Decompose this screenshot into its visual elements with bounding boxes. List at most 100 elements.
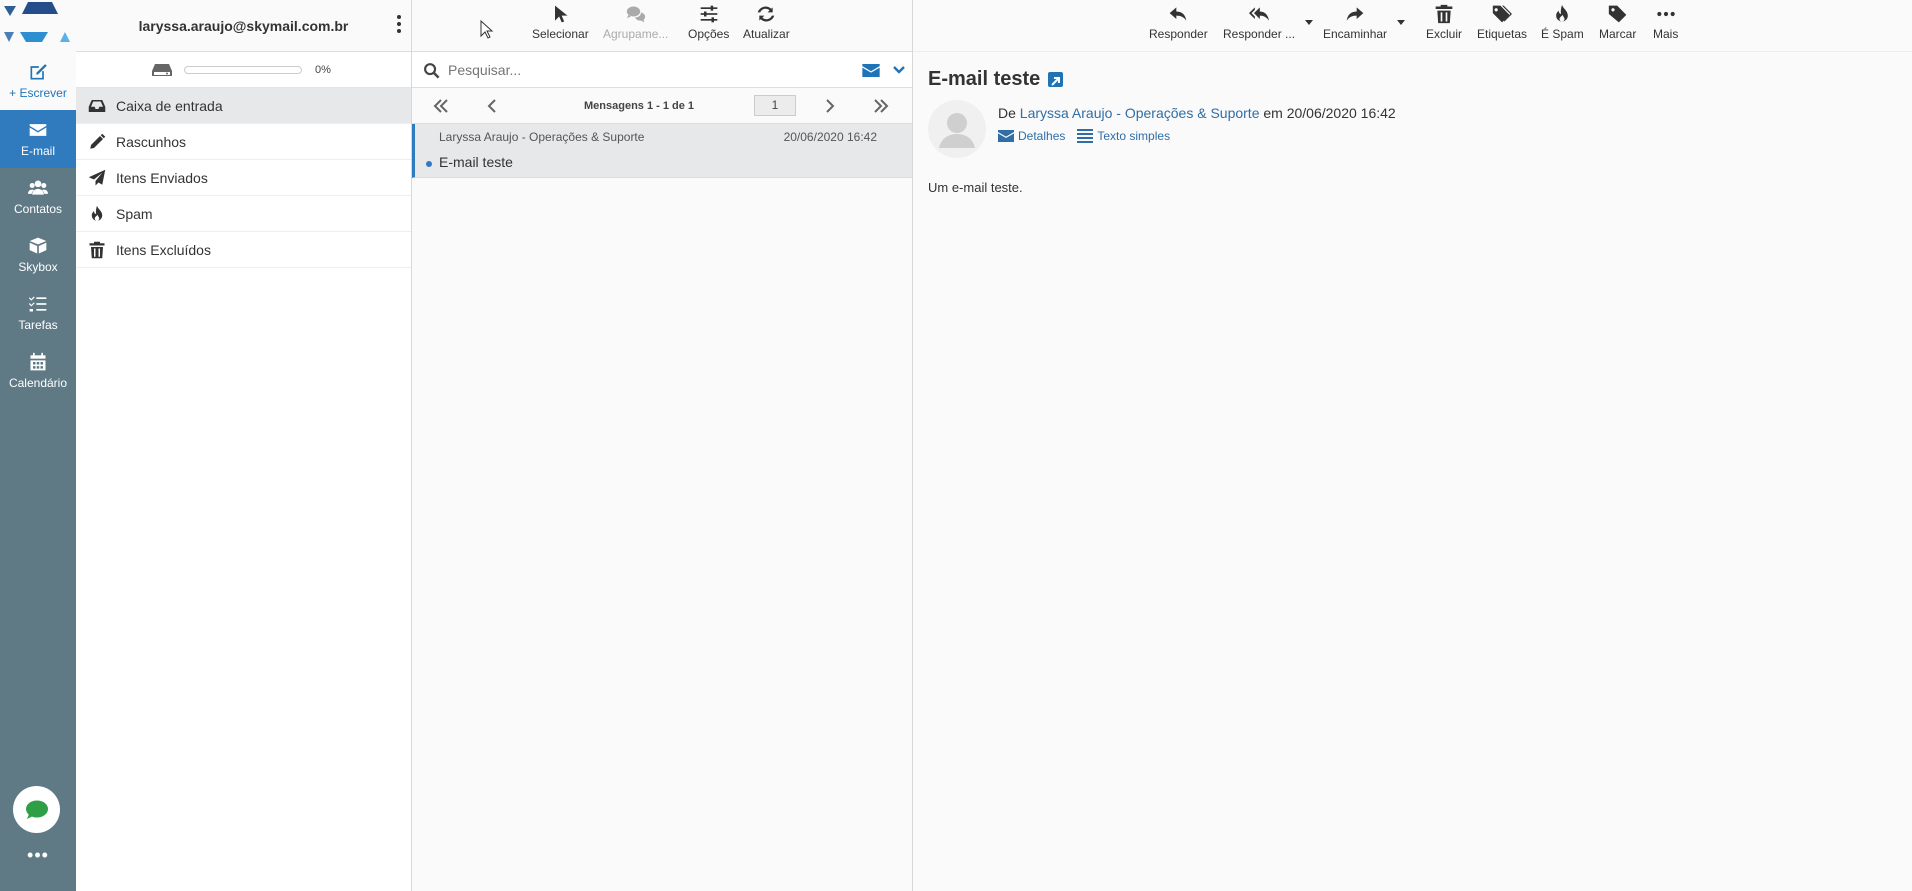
- quota-progress-bar: [184, 65, 302, 74]
- sender-line: De Laryssa Araujo - Operações & Suporte …: [998, 105, 1396, 121]
- reply-all-icon: [1249, 7, 1270, 21]
- reply-all-dropdown-caret[interactable]: [1305, 20, 1313, 25]
- reading-pane: Responder Responder ... Encaminhar Exclu…: [913, 0, 1912, 891]
- more-label: Mais: [1653, 27, 1679, 41]
- mark-label: Marcar: [1599, 27, 1637, 41]
- refresh-button[interactable]: Atualizar: [743, 0, 790, 50]
- chevron-down-icon[interactable]: [893, 66, 905, 75]
- pagination-summary: Mensagens 1 - 1 de 1: [584, 100, 695, 112]
- message-list-item[interactable]: Laryssa Araujo - Operações & Suporte 20/…: [412, 124, 912, 178]
- folder-label: Rascunhos: [116, 133, 187, 150]
- message-list-panel: Selecionar Agrupame... Opções Atualizar …: [412, 0, 913, 891]
- folder-trash[interactable]: Itens Excluídos: [76, 232, 411, 268]
- reply-icon: [1170, 7, 1187, 21]
- select-label: Selecionar: [532, 27, 589, 41]
- folder-spam[interactable]: Spam: [76, 196, 411, 232]
- group-button[interactable]: Agrupame...: [603, 0, 668, 50]
- plain-text-link[interactable]: Texto simples: [1077, 129, 1170, 143]
- open-in-new-window-icon[interactable]: [1048, 72, 1064, 87]
- chat-icon: [25, 800, 48, 819]
- delete-label: Excluir: [1426, 27, 1463, 41]
- search-input[interactable]: [448, 59, 828, 81]
- trash-icon: [89, 241, 105, 258]
- kebab-menu-icon[interactable]: [395, 14, 403, 34]
- lines-icon: [1077, 129, 1094, 143]
- mark-spam-label: É Spam: [1541, 27, 1584, 41]
- reply-all-label: Responder ...: [1223, 27, 1296, 41]
- page-number-input[interactable]: 1: [754, 95, 796, 116]
- folder-sent[interactable]: Itens Enviados: [76, 160, 411, 196]
- message-title-text: E-mail teste: [928, 68, 1041, 90]
- from-prefix: De: [998, 105, 1016, 121]
- paper-plane-icon: [88, 169, 106, 185]
- nav-item-label: Tarefas: [18, 318, 58, 332]
- envelope-icon: [29, 124, 47, 136]
- folder-label: Itens Enviados: [116, 169, 208, 186]
- sent-date: em 20/06/2020 16:42: [1263, 105, 1396, 121]
- box-icon: [29, 237, 47, 254]
- account-email[interactable]: laryssa.araujo@skymail.com.br: [139, 18, 349, 34]
- more-button[interactable]: Mais: [1653, 0, 1678, 50]
- compose-button[interactable]: + Escrever: [0, 52, 76, 110]
- users-icon: [28, 180, 48, 195]
- nav-item-label: Contatos: [13, 202, 63, 216]
- message-subject: E-mail teste: [439, 154, 513, 170]
- details-link[interactable]: Detalhes: [998, 129, 1065, 143]
- forward-dropdown-caret[interactable]: [1397, 20, 1405, 25]
- message-sender: Laryssa Araujo - Operações & Suporte: [439, 130, 645, 144]
- tags-icon: [1492, 5, 1513, 23]
- trash-icon: [1435, 4, 1453, 24]
- message-title: E-mail teste: [928, 68, 1064, 91]
- folder-inbox[interactable]: Caixa de entrada: [76, 88, 411, 124]
- nav-item-skybox[interactable]: Skybox: [0, 226, 76, 284]
- delete-button[interactable]: Excluir: [1426, 0, 1462, 50]
- labels-button[interactable]: Etiquetas: [1477, 0, 1527, 50]
- refresh-icon: [758, 6, 775, 22]
- chat-button[interactable]: [13, 786, 60, 833]
- reply-all-button[interactable]: Responder ...: [1223, 0, 1295, 50]
- message-date: 20/06/2020 16:42: [783, 130, 877, 144]
- message-toolbar: Responder Responder ... Encaminhar Exclu…: [913, 0, 1912, 52]
- nav-more-button[interactable]: •••: [0, 842, 76, 872]
- group-label: Agrupame...: [603, 27, 669, 41]
- nav-item-tasks[interactable]: Tarefas: [0, 284, 76, 342]
- pagination-bar: Mensagens 1 - 1 de 1 1: [412, 88, 912, 124]
- next-page-icon[interactable]: [820, 97, 838, 115]
- envelope-filter-icon[interactable]: [862, 64, 880, 77]
- select-button[interactable]: Selecionar: [532, 0, 589, 50]
- sender-name-link[interactable]: Laryssa Araujo - Operações & Suporte: [1020, 105, 1260, 121]
- inbox-icon: [88, 99, 106, 112]
- nav-item-calendar[interactable]: Calendário: [0, 342, 76, 400]
- nav-item-label: E-mail: [20, 144, 55, 158]
- previous-page-icon[interactable]: [484, 97, 502, 115]
- reply-button[interactable]: Responder: [1149, 0, 1208, 50]
- storage-quota: 0%: [76, 52, 411, 88]
- account-header: laryssa.araujo@skymail.com.br: [76, 0, 411, 52]
- fire-icon: [91, 205, 103, 221]
- list-toolbar: Selecionar Agrupame... Opções Atualizar: [412, 0, 912, 52]
- pencil-icon: [90, 133, 106, 149]
- message-detail-links: Detalhes Texto simples: [998, 129, 1182, 143]
- options-button[interactable]: Opções: [688, 0, 729, 50]
- folder-label: Itens Excluídos: [116, 241, 211, 258]
- quota-percent: 0%: [315, 63, 331, 76]
- compose-label: + Escrever: [9, 86, 67, 100]
- sliders-icon: [700, 5, 718, 23]
- nav-item-email[interactable]: E-mail: [0, 110, 76, 168]
- message-body: Um e-mail teste.: [928, 180, 1023, 195]
- mark-spam-button[interactable]: É Spam: [1541, 0, 1584, 50]
- nav-item-label: Skybox: [18, 260, 58, 274]
- forward-icon: [1346, 7, 1364, 21]
- plain-text-label: Texto simples: [1097, 129, 1171, 143]
- nav-item-contacts[interactable]: Contatos: [0, 168, 76, 226]
- forward-button[interactable]: Encaminhar: [1323, 0, 1387, 50]
- folder-drafts[interactable]: Rascunhos: [76, 124, 411, 160]
- folder-label: Caixa de entrada: [116, 97, 223, 114]
- first-page-icon[interactable]: [432, 97, 450, 115]
- folder-panel: laryssa.araujo@skymail.com.br 0% Caixa d…: [76, 0, 412, 891]
- last-page-icon[interactable]: [872, 97, 890, 115]
- mark-button[interactable]: Marcar: [1599, 0, 1636, 50]
- comments-icon: [626, 6, 645, 23]
- main-navigation: + Escrever E-mail Contatos Skybox Tarefa…: [0, 0, 76, 891]
- skymail-logo[interactable]: [0, 0, 76, 52]
